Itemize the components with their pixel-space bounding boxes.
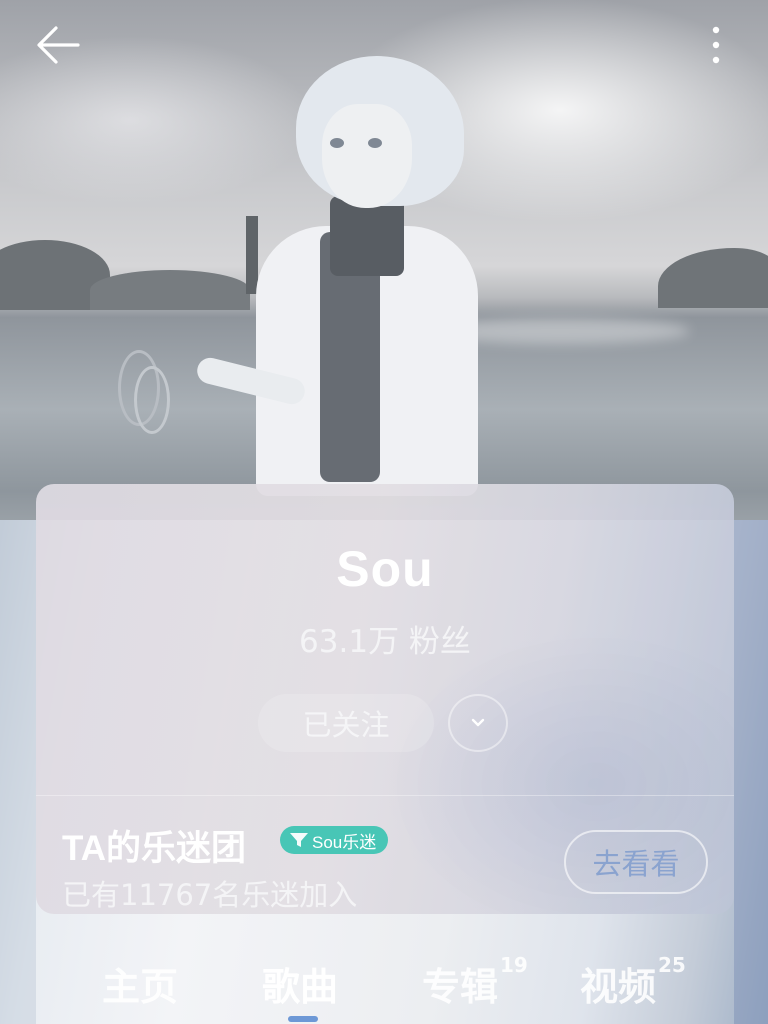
character-collar	[330, 196, 404, 276]
follow-dropdown-button[interactable]	[448, 694, 508, 752]
tab-videos[interactable]: 视频 25	[580, 953, 686, 1011]
tab-count: 19	[500, 953, 528, 978]
go-see-button-label: 去看看	[592, 847, 680, 881]
tab-label: 歌曲	[262, 965, 339, 1009]
background-hill	[658, 248, 768, 308]
card-divider	[36, 795, 734, 796]
fan-count: 63.1万 粉丝	[299, 624, 471, 660]
tab-label: 专辑	[422, 965, 499, 1009]
tab-home[interactable]: 主页	[102, 956, 178, 1011]
more-vertical-icon	[712, 26, 720, 64]
character-eye	[368, 138, 382, 148]
follow-button-label: 已关注	[302, 708, 390, 742]
fan-club-badge: Sou乐迷	[280, 826, 389, 854]
more-options-button[interactable]	[700, 22, 732, 68]
arrow-left-icon	[37, 26, 80, 64]
artist-name: Sou	[336, 541, 434, 597]
tab-label: 视频	[580, 965, 657, 1009]
fan-club-badge-label: Sou乐迷	[312, 832, 377, 852]
character-face	[322, 104, 412, 208]
glasses	[134, 366, 170, 434]
follow-button[interactable]: 已关注	[258, 694, 434, 752]
active-tab-indicator	[288, 1016, 318, 1022]
go-see-button[interactable]: 去看看	[564, 830, 708, 894]
tab-songs[interactable]: 歌曲	[262, 956, 338, 1011]
background-hill	[90, 270, 250, 310]
top-bar	[0, 0, 768, 90]
artist-info-card: Sou 63.1万 粉丝 已关注 TA的乐迷团 Sou乐迷 已有11767名乐迷…	[36, 484, 734, 914]
chevron-down-icon	[471, 718, 485, 727]
fan-club-title: TA的乐迷团	[62, 829, 247, 868]
fan-club-member-count: 已有11767名乐迷加入	[62, 878, 358, 912]
back-button[interactable]	[32, 22, 84, 68]
tab-albums[interactable]: 专辑 19	[422, 953, 528, 1011]
tab-label: 主页	[102, 965, 179, 1009]
artist-tabs: 主页 歌曲 专辑 19 视频 25	[0, 930, 768, 1024]
tab-count: 25	[658, 953, 686, 978]
character-eye	[330, 138, 344, 148]
funnel-badge-icon	[290, 833, 308, 847]
